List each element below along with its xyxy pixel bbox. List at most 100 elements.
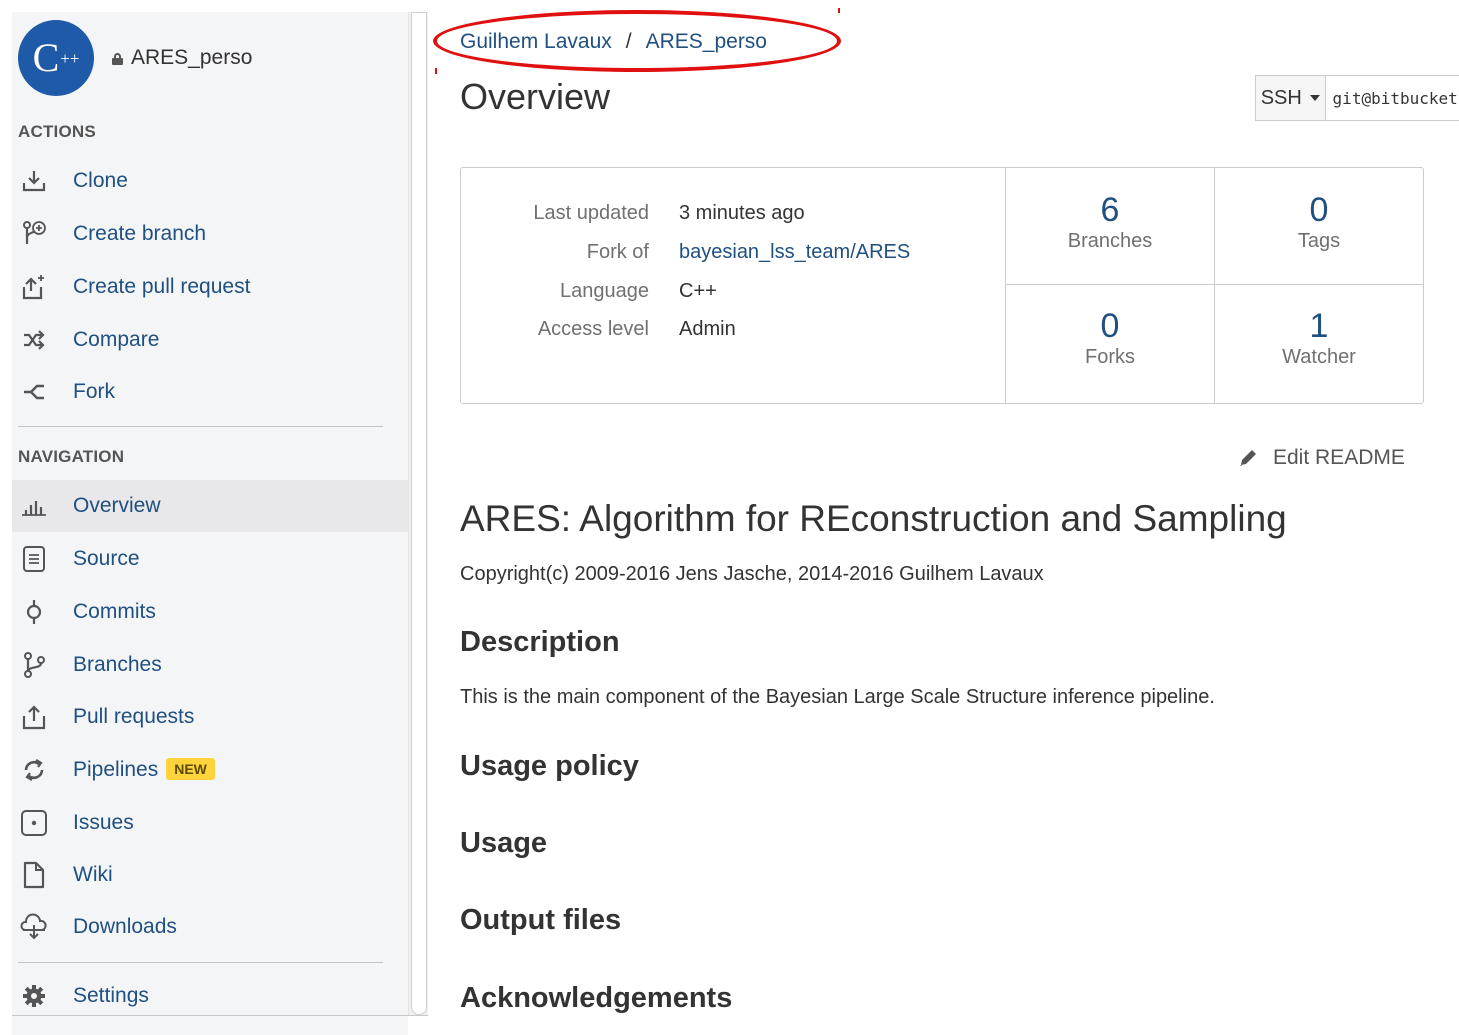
tags-stat[interactable]: 0 Tags xyxy=(1215,190,1423,253)
sidebar-bottom-border xyxy=(12,1015,428,1016)
commits-icon xyxy=(20,598,48,626)
avatar-suffix: ++ xyxy=(60,49,80,68)
action-compare[interactable]: Compare xyxy=(12,314,408,366)
tags-label: Tags xyxy=(1297,230,1341,252)
protocol-label: SSH xyxy=(1260,86,1302,109)
readme-heading-acknowledgements: Acknowledgements xyxy=(460,982,733,1014)
overview-icon xyxy=(20,492,48,520)
new-badge: NEW xyxy=(166,758,215,780)
highlight-annotation xyxy=(433,10,841,72)
sidebar-item-issues[interactable]: Issues xyxy=(12,797,408,849)
action-label: Clone xyxy=(73,169,128,192)
compare-icon xyxy=(20,326,48,354)
navigation-section-title: NAVIGATION xyxy=(18,447,125,466)
sidebar-item-label: Issues xyxy=(73,811,134,834)
edit-readme-label: Edit README xyxy=(1273,446,1405,469)
forks-count: 0 xyxy=(1100,307,1120,345)
action-label: Create branch xyxy=(73,222,207,245)
sidebar-item-branches[interactable]: Branches xyxy=(12,639,408,691)
lock-icon xyxy=(112,53,123,65)
readme-description-text: This is the main component of the Bayesi… xyxy=(460,686,1215,708)
clone-url-input[interactable]: git@bitbucket.org: xyxy=(1326,76,1459,120)
sidebar-divider xyxy=(18,962,383,963)
pencil-icon xyxy=(1240,450,1256,466)
clone-widget: SSH git@bitbucket.org: xyxy=(1255,75,1459,121)
pull-requests-icon xyxy=(20,703,48,731)
access-level-label: Access level xyxy=(537,318,649,340)
sidebar-item-label: Downloads xyxy=(73,915,177,938)
action-fork[interactable]: Fork xyxy=(12,366,408,418)
issues-icon xyxy=(20,809,48,837)
sidebar: C ++ ARES_perso ACTIONS Clone Create bran… xyxy=(12,12,408,1035)
page-title: Overview xyxy=(460,76,611,117)
sidebar-scrollbar[interactable] xyxy=(408,12,428,1015)
sidebar-item-commits[interactable]: Commits xyxy=(12,586,408,638)
readme-heading-usage-policy: Usage policy xyxy=(460,750,639,782)
action-create-pull-request[interactable]: Create pull request xyxy=(12,261,408,313)
readme-heading-output-files: Output files xyxy=(460,904,622,936)
repo-info-panel: Last updated 3 minutes ago Fork of bayes… xyxy=(460,167,1424,404)
sidebar-item-label: Pipelines NEW xyxy=(73,758,215,782)
wiki-icon xyxy=(20,861,48,889)
annotation-mark xyxy=(838,8,840,13)
sidebar-item-downloads[interactable]: Downloads xyxy=(12,901,408,953)
sidebar-item-label: Wiki xyxy=(73,863,113,886)
sidebar-item-overview[interactable]: Overview xyxy=(12,480,408,532)
forks-label: Forks xyxy=(1085,346,1135,368)
repo-avatar[interactable]: C ++ xyxy=(18,20,94,96)
sidebar-item-label: Pull requests xyxy=(73,705,195,728)
chevron-down-icon xyxy=(1309,95,1320,101)
source-icon xyxy=(20,545,48,573)
sidebar-item-pull-requests[interactable]: Pull requests xyxy=(12,691,408,743)
actions-section-title: ACTIONS xyxy=(18,122,96,141)
create-pull-request-icon xyxy=(20,273,48,301)
readme-heading-usage: Usage xyxy=(460,827,548,859)
sidebar-item-pipelines[interactable]: Pipelines NEW xyxy=(12,744,408,796)
readme-copyright: Copyright(c) 2009-2016 Jens Jasche, 2014… xyxy=(460,563,1044,585)
action-clone[interactable]: Clone xyxy=(12,155,408,207)
repo-name[interactable]: ARES_perso xyxy=(131,46,252,70)
fork-icon xyxy=(20,378,48,406)
readme-heading-description: Description xyxy=(460,626,620,658)
language-label: Language xyxy=(560,280,649,302)
sidebar-divider xyxy=(18,426,383,427)
watchers-count: 1 xyxy=(1309,307,1329,345)
sidebar-item-label: Source xyxy=(73,547,140,570)
scrollbar-thumb[interactable] xyxy=(411,12,427,1015)
branches-stat[interactable]: 6 Branches xyxy=(1006,190,1214,253)
stats-divider xyxy=(1005,284,1423,285)
fork-of-label: Fork of xyxy=(586,241,649,263)
clone-icon xyxy=(20,167,48,195)
action-label: Create pull request xyxy=(73,275,251,298)
sidebar-item-source[interactable]: Source xyxy=(12,533,408,585)
pipelines-label: Pipelines xyxy=(73,758,159,781)
language-value: C++ xyxy=(679,280,717,302)
tags-count: 0 xyxy=(1309,191,1329,229)
forks-stat[interactable]: 0 Forks xyxy=(1006,306,1214,369)
action-create-branch[interactable]: Create branch xyxy=(12,208,408,260)
gear-icon xyxy=(20,982,48,1010)
sidebar-item-label: Overview xyxy=(73,494,161,517)
last-updated-value: 3 minutes ago xyxy=(679,202,805,224)
protocol-dropdown[interactable]: SSH xyxy=(1256,76,1326,120)
avatar-letter: C xyxy=(32,35,60,80)
sidebar-item-wiki[interactable]: Wiki xyxy=(12,849,408,901)
branches-count: 6 xyxy=(1100,191,1120,229)
fork-of-link[interactable]: bayesian_lss_team/ARES xyxy=(679,241,910,264)
last-updated-label: Last updated xyxy=(533,202,649,224)
watchers-label: Watcher xyxy=(1282,346,1356,368)
action-label: Fork xyxy=(73,380,115,403)
access-level-value: Admin xyxy=(679,318,736,340)
sidebar-item-label: Branches xyxy=(73,653,162,676)
pipelines-icon xyxy=(20,756,48,784)
watchers-stat[interactable]: 1 Watcher xyxy=(1215,306,1423,369)
action-label: Compare xyxy=(73,328,160,351)
readme-title: ARES: Algorithm for REconstruction and S… xyxy=(460,498,1287,539)
edit-readme-button[interactable]: Edit README xyxy=(1237,446,1405,470)
sidebar-item-label: Commits xyxy=(73,600,156,623)
branches-label: Branches xyxy=(1067,230,1153,252)
sidebar-item-label: Settings xyxy=(73,984,149,1007)
repo-header: C ++ ARES_perso xyxy=(18,20,252,96)
create-branch-icon xyxy=(20,220,48,248)
annotation-mark xyxy=(435,68,437,74)
